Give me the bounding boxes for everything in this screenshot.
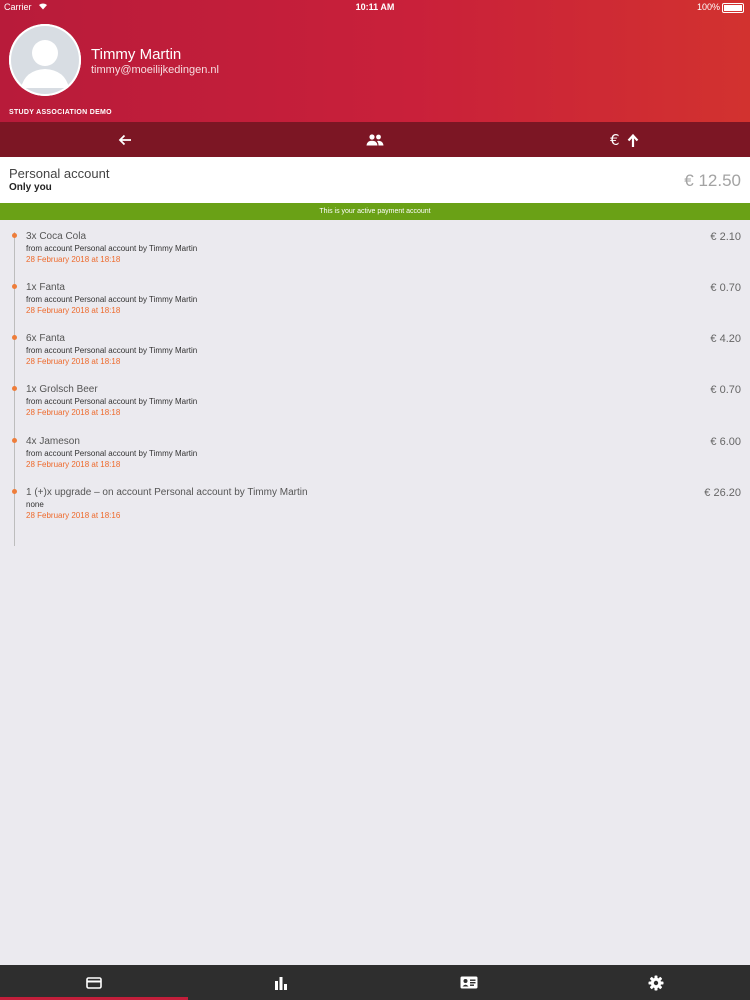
transaction-description: from account Personal account by Timmy M…: [26, 397, 198, 406]
transaction-date: 28 February 2018 at 18:18: [26, 255, 121, 264]
people-icon: [366, 133, 384, 145]
transaction-description: from account Personal account by Timmy M…: [26, 295, 198, 304]
transaction-item[interactable]: 1 (+)x upgrade – on account Personal acc…: [0, 487, 750, 537]
id-card-icon: [460, 976, 478, 989]
transaction-item[interactable]: 4x Jameson from account Personal account…: [0, 436, 750, 486]
tab-profile[interactable]: [375, 965, 563, 1000]
profile-header: Carrier 10:11 AM 100% Timmy Martin timmy…: [0, 0, 750, 122]
transaction-item[interactable]: 3x Coca Cola from account Personal accou…: [0, 231, 750, 281]
transaction-date: 28 February 2018 at 18:18: [26, 408, 121, 417]
transaction-title: 1x Grolsch Beer: [26, 384, 98, 395]
account-card[interactable]: Personal account Only you € 12.50: [0, 157, 750, 203]
tab-accounts[interactable]: [0, 965, 188, 1000]
transaction-title: 3x Coca Cola: [26, 231, 87, 242]
transaction-date: 28 February 2018 at 18:16: [26, 511, 121, 520]
account-owner: Only you: [9, 182, 52, 193]
transaction-amount: € 2.10: [710, 231, 741, 243]
transaction-description: from account Personal account by Timmy M…: [26, 449, 198, 458]
battery-icon: [722, 3, 744, 13]
card-icon: [85, 976, 102, 989]
back-button[interactable]: [0, 122, 250, 157]
user-name: Timmy Martin: [91, 46, 182, 63]
timeline-dot: [12, 386, 17, 391]
gear-icon: [648, 975, 664, 990]
avatar[interactable]: [9, 24, 81, 96]
organization-name: STUDY ASSOCIATION DEMO: [9, 109, 112, 116]
transaction-item[interactable]: 1x Fanta from account Personal account b…: [0, 282, 750, 332]
timeline-dot: [12, 284, 17, 289]
upgrade-balance-button[interactable]: €: [500, 122, 750, 157]
timeline-dot: [12, 233, 17, 238]
transaction-description: none: [26, 500, 44, 509]
bar-chart-icon: [275, 976, 288, 990]
transaction-date: 28 February 2018 at 18:18: [26, 357, 121, 366]
transaction-amount: € 0.70: [710, 282, 741, 294]
battery-percentage: 100%: [696, 2, 720, 12]
transaction-title: 4x Jameson: [26, 436, 80, 447]
svg-text:€: €: [610, 132, 620, 148]
transaction-item[interactable]: 6x Fanta from account Personal account b…: [0, 333, 750, 383]
status-bar: Carrier 10:11 AM 100%: [0, 0, 750, 14]
transaction-amount: € 6.00: [710, 436, 741, 448]
arrow-left-icon: [118, 134, 131, 145]
active-account-banner: This is your active payment account: [0, 203, 750, 220]
transaction-title: 1 (+)x upgrade – on account Personal acc…: [26, 487, 308, 498]
user-email: timmy@moeilijkedingen.nl: [91, 64, 219, 76]
transaction-description: from account Personal account by Timmy M…: [26, 346, 198, 355]
transaction-title: 1x Fanta: [26, 282, 65, 293]
default-avatar-icon: [9, 24, 81, 96]
members-button[interactable]: [250, 122, 500, 157]
transaction-date: 28 February 2018 at 18:18: [26, 460, 121, 469]
clock: 10:11 AM: [355, 2, 395, 12]
transaction-date: 28 February 2018 at 18:18: [26, 306, 121, 315]
transaction-amount: € 4.20: [710, 333, 741, 345]
transaction-title: 6x Fanta: [26, 333, 65, 344]
tab-statistics[interactable]: [188, 965, 376, 1000]
account-balance: € 12.50: [684, 171, 741, 190]
timeline-dot: [12, 335, 17, 340]
euro-upgrade-icon: €: [610, 132, 639, 148]
transaction-item[interactable]: 1x Grolsch Beer from account Personal ac…: [0, 384, 750, 434]
account-name: Personal account: [9, 166, 110, 181]
timeline-dot: [12, 489, 17, 494]
bottom-tab-bar: [0, 965, 750, 1000]
transaction-description: from account Personal account by Timmy M…: [26, 244, 198, 253]
timeline-dot: [12, 438, 17, 443]
tab-settings[interactable]: [563, 965, 750, 1000]
account-toolbar: €: [0, 122, 750, 157]
transaction-amount: € 26.20: [704, 487, 741, 499]
transaction-amount: € 0.70: [710, 384, 741, 396]
